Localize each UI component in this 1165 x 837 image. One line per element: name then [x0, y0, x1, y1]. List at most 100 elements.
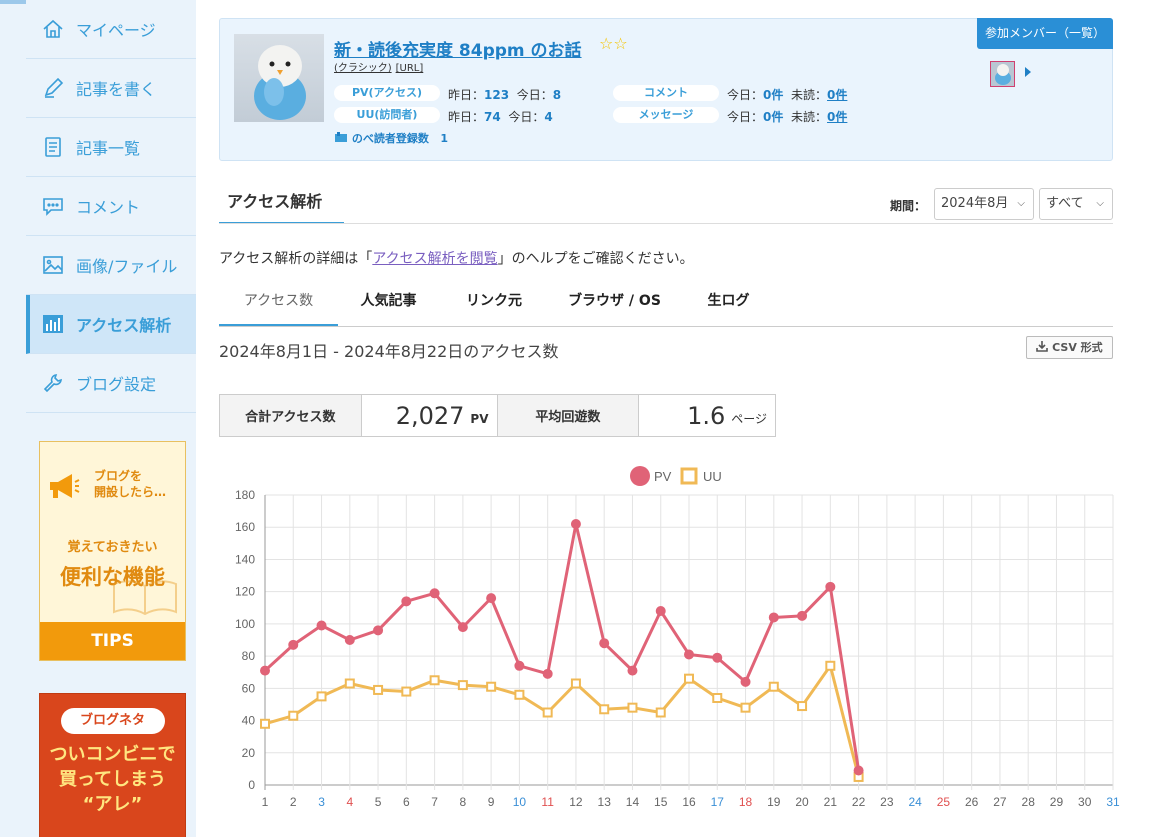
- x-tick-label: 28: [1022, 795, 1036, 809]
- uu-point: [401, 686, 412, 697]
- tab-browser-os[interactable]: ブラウザ / OS: [552, 280, 677, 326]
- sidebar-item-label: ブログ設定: [76, 375, 157, 394]
- tips-banner[interactable]: ブログを 開設したら… 覚えておきたい 便利な機能 TIPS: [39, 441, 186, 661]
- help-text: アクセス解析の詳細は「アクセス解析を閲覧」のヘルプをご確認ください。: [219, 248, 694, 268]
- sidebar-item-blog-settings[interactable]: ブログ設定: [26, 354, 196, 413]
- x-tick-label: 11: [541, 795, 554, 809]
- pv-point: [401, 596, 412, 607]
- x-tick-label: 24: [908, 795, 922, 809]
- banner-line: “アレ”: [82, 794, 143, 815]
- x-tick-label: 14: [626, 795, 640, 809]
- readers-label: のべ読者登録数: [351, 132, 429, 145]
- access-line-chart: 0204060801001201401601801 2 3 4 5 6 7 8 9 10 11 12 1…: [235, 466, 1120, 809]
- pv-point: [344, 635, 355, 645]
- pv-point: [373, 625, 384, 636]
- x-tick-label: 19: [767, 795, 781, 809]
- comment-unread-link[interactable]: 0件: [827, 88, 847, 102]
- sidebar-item-label: 記事一覧: [76, 139, 141, 158]
- tab-access-count[interactable]: アクセス数: [219, 280, 338, 326]
- uu-point: [260, 718, 270, 729]
- csv-export-button[interactable]: CSV 形式: [1026, 336, 1113, 359]
- x-tick-label: 8: [460, 795, 467, 809]
- message-today: 0件: [763, 110, 784, 124]
- date-range-heading: 2024年8月1日 - 2024年8月22日のアクセス数: [219, 342, 559, 361]
- member-avatar[interactable]: [990, 61, 1015, 87]
- today-label: 今日：: [516, 88, 553, 102]
- tab-popular-articles[interactable]: 人気記事: [346, 280, 431, 326]
- legend-uu-marker: [680, 467, 698, 485]
- chevron-down-icon: ⌵: [1017, 198, 1025, 209]
- csv-label: CSV 形式: [1052, 341, 1103, 354]
- today-label: 今日：: [508, 110, 545, 124]
- tab-referrers[interactable]: リンク元: [449, 280, 539, 326]
- blog-neta-banner[interactable]: ブログネタ ついコンビニで 買ってしまう “アレ”: [39, 693, 186, 837]
- legend-uu-label: UU: [703, 469, 722, 484]
- comment-label: コメント: [613, 85, 719, 101]
- sidebar-item-label: アクセス解析: [76, 316, 172, 335]
- image-icon: [42, 254, 64, 276]
- title-divider: [219, 223, 1113, 224]
- banner-subheading: 覚えておきたい: [67, 540, 158, 555]
- uu-point: [599, 704, 610, 715]
- x-tick-label: 26: [965, 795, 979, 809]
- pv-point: [768, 612, 779, 623]
- series-line-pv: [263, 522, 861, 771]
- page-title: アクセス解析: [219, 188, 344, 224]
- today-label: 今日：: [727, 110, 764, 124]
- x-tick-label: 7: [431, 795, 438, 809]
- blog-title-link[interactable]: 新・読後充実度 84ppm のお話: [334, 36, 582, 61]
- help-link[interactable]: アクセス解析を閲覧: [372, 251, 497, 267]
- y-tick-label: 20: [242, 746, 256, 760]
- sidebar-item-images[interactable]: 画像/ファイル: [26, 236, 196, 295]
- sidebar-item-comments[interactable]: コメント: [26, 177, 196, 236]
- sidebar-item-articles[interactable]: 記事一覧: [26, 118, 196, 177]
- sidebar-item-label: コメント: [76, 198, 141, 217]
- x-tick-label: 23: [880, 795, 894, 809]
- sidebar-item-access-analysis[interactable]: アクセス解析: [26, 295, 196, 354]
- x-tick-label: 9: [488, 795, 495, 809]
- y-tick-label: 0: [248, 778, 255, 792]
- pv-point: [797, 610, 808, 621]
- pv-point: [627, 665, 638, 676]
- period-filter-value: すべて: [1046, 196, 1084, 211]
- period-month-select[interactable]: 2024年8月 ⌵: [934, 188, 1034, 220]
- x-tick-label: 27: [993, 795, 1007, 809]
- home-icon: [42, 18, 64, 40]
- sidebar-item-write[interactable]: 記事を書く: [26, 59, 196, 118]
- today-label: 今日：: [727, 88, 764, 102]
- pv-point: [740, 676, 751, 687]
- y-tick-label: 100: [235, 617, 255, 631]
- message-unread-link[interactable]: 0件: [827, 110, 847, 124]
- x-tick-label: 25: [937, 795, 951, 809]
- legend-pv-marker: [630, 466, 650, 486]
- legend-pv-label: PV: [654, 469, 672, 484]
- x-tick-label: 13: [598, 795, 612, 809]
- tab-raw-log[interactable]: 生ログ: [691, 280, 766, 326]
- yesterday-label: 昨日：: [448, 88, 485, 102]
- sidebar-item-mypage[interactable]: マイページ: [26, 0, 196, 59]
- sidebar-item-label: 記事を書く: [76, 80, 157, 99]
- y-tick-label: 60: [242, 681, 256, 695]
- banner-line: ついコンビニで: [49, 744, 176, 765]
- url-link[interactable]: [URL]: [396, 63, 424, 74]
- y-tick-label: 80: [242, 649, 256, 663]
- members-list-button[interactable]: 参加メンバー（一覧）: [977, 18, 1113, 49]
- x-tick-label: 4: [346, 795, 353, 809]
- blog-avatar[interactable]: [234, 34, 324, 122]
- pv-point: [599, 638, 610, 649]
- pv-point: [260, 665, 270, 676]
- uu-point: [288, 710, 299, 721]
- uu-today: 4: [544, 110, 553, 124]
- pv-point: [316, 620, 327, 631]
- y-tick-label: 140: [235, 552, 255, 566]
- x-tick-label: 2: [290, 795, 297, 809]
- uu-point: [486, 681, 497, 692]
- rating-stars-icon: ☆☆: [599, 34, 628, 53]
- classic-link[interactable]: (クラシック): [334, 63, 392, 74]
- x-tick-label: 20: [795, 795, 809, 809]
- uu-point: [344, 678, 355, 689]
- member-next-arrow-icon[interactable]: [1025, 67, 1031, 77]
- period-filter-select[interactable]: すべて ⌵: [1039, 188, 1113, 220]
- main-content: 新・読後充実度 84ppm のお話 ☆☆ (クラシック) [URL] PV(アクセ…: [196, 0, 1165, 837]
- uu-point: [316, 691, 327, 702]
